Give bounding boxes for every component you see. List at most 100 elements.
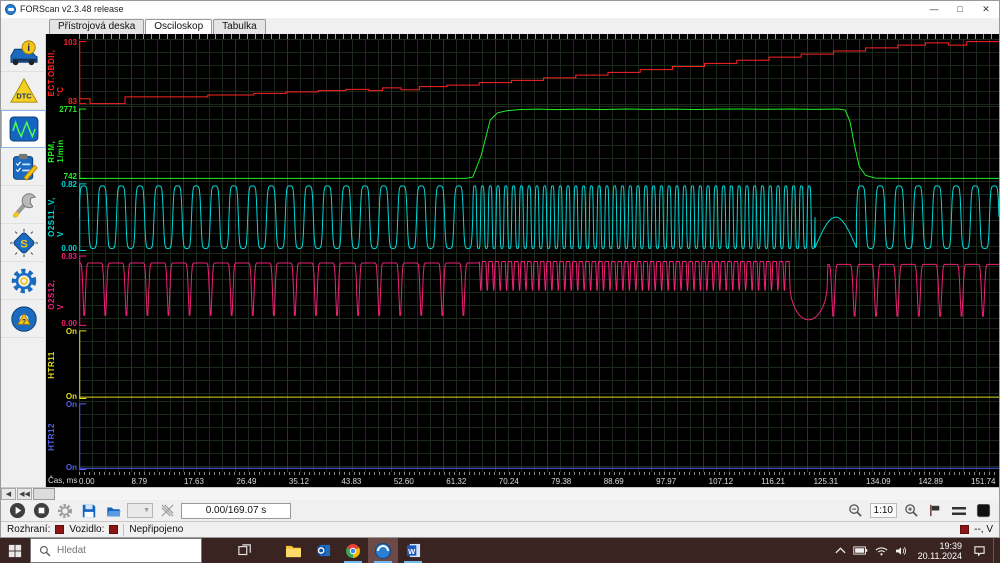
word-icon: W bbox=[406, 543, 421, 558]
sidebar-item-programming[interactable]: S bbox=[1, 224, 46, 262]
time-tick-label: 35.12 bbox=[289, 477, 309, 486]
tray-chevron-icon[interactable] bbox=[835, 547, 846, 555]
time-tick-label: 134.09 bbox=[866, 477, 890, 486]
layout-single-button[interactable] bbox=[973, 502, 993, 520]
search-icon bbox=[39, 545, 51, 557]
folder-icon bbox=[285, 544, 302, 558]
tests-icon bbox=[10, 153, 38, 181]
layout-lines-button[interactable] bbox=[949, 502, 969, 520]
action-center-icon[interactable] bbox=[973, 545, 986, 557]
time-tick-label: 88.69 bbox=[604, 477, 624, 486]
interface-label: Rozhraní: bbox=[7, 524, 50, 535]
taskbar-file-explorer[interactable] bbox=[278, 538, 308, 563]
cursor-readout: --, V bbox=[974, 524, 993, 535]
scope-channel-2: RPM, 1/min2771742 bbox=[46, 106, 999, 181]
marker-button[interactable] bbox=[925, 502, 945, 520]
sidebar-item-settings[interactable] bbox=[1, 262, 46, 300]
tab-osciloskop[interactable]: Osciloskop bbox=[145, 19, 212, 35]
taskbar-clock[interactable]: 19:39 20.11.2024 bbox=[914, 541, 966, 561]
time-tick-label: 70.24 bbox=[499, 477, 519, 486]
stop-button[interactable] bbox=[31, 502, 51, 520]
scope-toolbar: ▼ 0.00/169.07 s 1:10 bbox=[1, 500, 999, 521]
play-icon bbox=[9, 502, 26, 519]
speaker-icon[interactable] bbox=[895, 546, 907, 556]
zoom-in-button[interactable] bbox=[901, 502, 921, 520]
channel-name-label: O2S12, V bbox=[47, 272, 65, 310]
battery-icon[interactable] bbox=[853, 546, 868, 555]
scope-channel-1: ECT.OBDII, °C10383 bbox=[46, 39, 999, 106]
wifi-icon[interactable] bbox=[875, 546, 888, 556]
title-bar: FORScan v2.3.48 release — □ ✕ bbox=[1, 1, 999, 18]
channel-name-label: HTR12 bbox=[47, 423, 56, 451]
vehicle-label: Vozidlo: bbox=[69, 524, 104, 535]
taskbar-forscan[interactable] bbox=[368, 538, 398, 563]
time-tick-label: 52.60 bbox=[394, 477, 414, 486]
interface-status-indicator bbox=[55, 525, 64, 534]
channel-trace bbox=[79, 186, 999, 249]
clear-button[interactable] bbox=[157, 502, 177, 520]
scroll-left-button[interactable]: ◀ bbox=[1, 488, 16, 500]
channel-waveform bbox=[79, 181, 999, 253]
task-view-button[interactable] bbox=[230, 538, 260, 563]
sidebar: i DTC bbox=[1, 34, 46, 487]
taskbar-outlook[interactable] bbox=[308, 538, 338, 563]
scope-scrollbar[interactable] bbox=[33, 488, 999, 500]
channel-axis-bracket bbox=[80, 42, 87, 104]
channel-waveform bbox=[79, 401, 999, 472]
connection-status: Nepřipojeno bbox=[129, 524, 183, 535]
speed-select[interactable]: ▼ bbox=[127, 503, 153, 518]
scope-channels: ECT.OBDII, °C10383RPM, 1/min2771742O2S11… bbox=[46, 39, 999, 472]
channel-name-label: ECT.OBDII, °C bbox=[47, 49, 65, 96]
restore-button[interactable]: □ bbox=[947, 1, 973, 18]
time-tick-label: 17.63 bbox=[184, 477, 204, 486]
channel-name-label: HTR11 bbox=[47, 351, 56, 378]
time-tick-label: 8.79 bbox=[131, 477, 147, 486]
gear-small-icon bbox=[57, 503, 73, 519]
windows-logo-icon bbox=[8, 544, 22, 558]
help-icon: ? bbox=[10, 305, 38, 333]
position-readout: 0.00/169.07 s bbox=[181, 503, 291, 519]
save-button[interactable] bbox=[79, 502, 99, 520]
taskbar-word[interactable]: W bbox=[398, 538, 428, 563]
close-button[interactable]: ✕ bbox=[973, 1, 999, 18]
play-button[interactable] bbox=[7, 502, 27, 520]
windows-taskbar: W 19:39 20.11.2024 bbox=[0, 538, 1000, 563]
open-button[interactable] bbox=[103, 502, 123, 520]
cursor-channel-indicator bbox=[960, 525, 969, 534]
time-axis: Čas, ms 0.008.7917.6326.4935.1243.8352.6… bbox=[46, 472, 999, 487]
sidebar-item-help[interactable]: ? bbox=[1, 300, 46, 338]
zoom-out-button[interactable] bbox=[846, 502, 866, 520]
scroll-start-button[interactable]: ◀◀ bbox=[17, 488, 32, 500]
time-tick-label: 0.00 bbox=[79, 477, 95, 486]
channel-waveform bbox=[79, 39, 999, 106]
scope-scrollbar-row: ◀ ◀◀ bbox=[1, 487, 999, 500]
record-settings-button[interactable] bbox=[55, 502, 75, 520]
sidebar-item-tests[interactable] bbox=[1, 148, 46, 186]
channel-axis-bracket bbox=[80, 404, 87, 470]
time-tick-label: 97.97 bbox=[656, 477, 676, 486]
tab-pristrojova-deska[interactable]: Přístrojová deska bbox=[49, 19, 144, 34]
taskbar-search[interactable] bbox=[30, 538, 202, 563]
tab-tabulka[interactable]: Tabulka bbox=[213, 19, 265, 34]
scope-channel-4: O2S12, V0.830.00 bbox=[46, 253, 999, 328]
oscilloscope-plot[interactable]: ECT.OBDII, °C10383RPM, 1/min2771742O2S11… bbox=[46, 34, 999, 487]
sidebar-item-dtc[interactable]: DTC bbox=[1, 72, 46, 110]
time-axis-label: Čas, ms bbox=[48, 476, 77, 485]
sidebar-item-oscilloscope[interactable] bbox=[1, 110, 46, 148]
minimize-button[interactable]: — bbox=[921, 1, 947, 18]
search-input[interactable] bbox=[57, 545, 167, 556]
outlook-icon bbox=[316, 543, 331, 558]
time-tick-label: 142.89 bbox=[919, 477, 943, 486]
sidebar-item-service[interactable] bbox=[1, 186, 46, 224]
channel-max-label: 2771 bbox=[46, 106, 77, 114]
start-button[interactable] bbox=[0, 538, 30, 563]
channel-max-label: 0.83 bbox=[46, 253, 77, 261]
task-view-icon bbox=[238, 544, 252, 558]
channel-max-label: 0.82 bbox=[46, 181, 77, 189]
taskbar-chrome[interactable] bbox=[338, 538, 368, 563]
scope-scrollbar-thumb[interactable] bbox=[33, 488, 55, 500]
time-tick-label: 125.31 bbox=[814, 477, 838, 486]
sidebar-item-vehicle-info[interactable]: i bbox=[1, 34, 46, 72]
show-desktop-button[interactable] bbox=[993, 538, 998, 563]
channel-trace bbox=[79, 109, 999, 178]
